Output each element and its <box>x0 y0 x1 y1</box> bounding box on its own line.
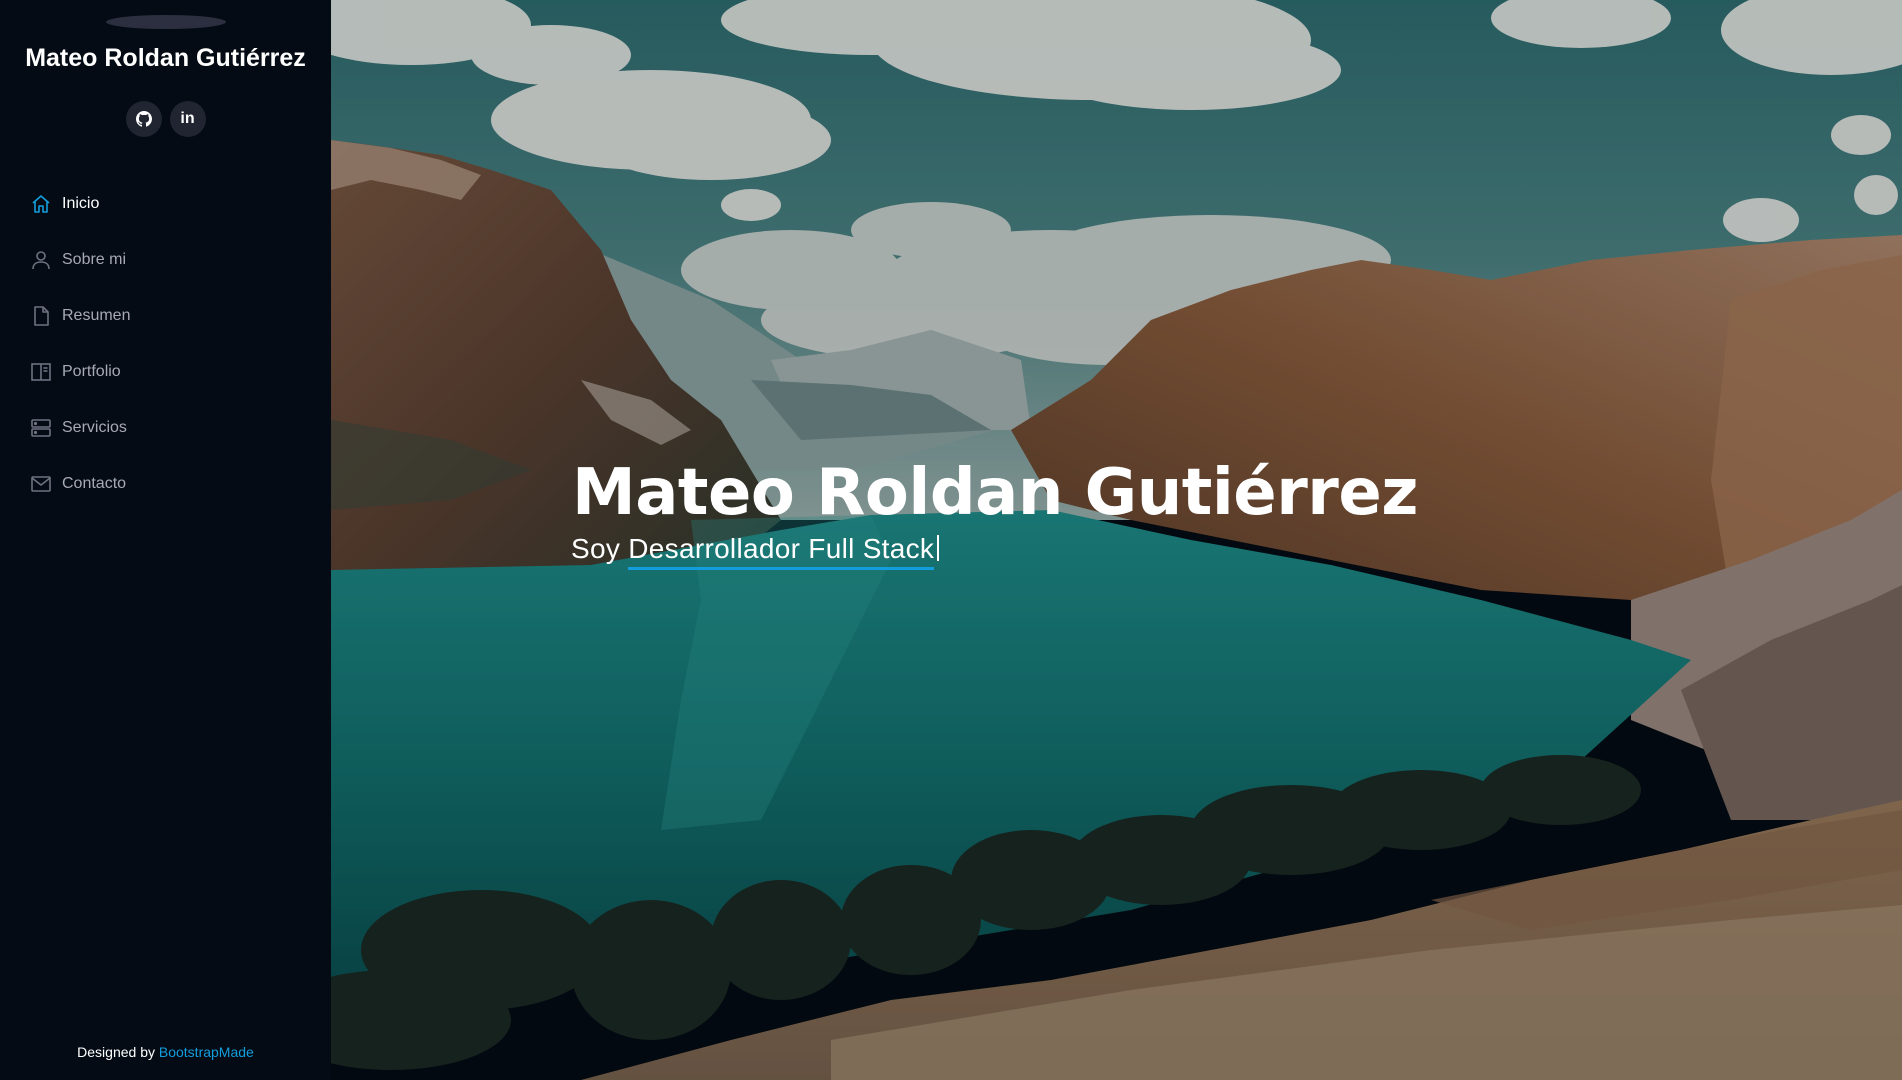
nav-item-portfolio[interactable]: Portfolio <box>30 344 310 400</box>
typing-cursor <box>937 535 940 561</box>
nav-label-contacto: Contacto <box>62 475 127 492</box>
nav-item-resumen[interactable]: Resumen <box>30 288 310 344</box>
avatar <box>106 15 226 29</box>
footer-credit: Designed by BootstrapMade <box>0 1044 331 1060</box>
envelope-icon <box>30 473 52 495</box>
nav-label-sobre-mi: Sobre mi <box>62 251 127 268</box>
hero-section: Mateo Roldan Gutiérrez Soy Desarrollador… <box>331 0 1902 1080</box>
book-icon <box>30 361 52 383</box>
nav-item-inicio[interactable]: Inicio <box>30 176 310 232</box>
nav-label-inicio: Inicio <box>62 195 100 212</box>
file-icon <box>30 305 52 327</box>
linkedin-icon: in <box>180 110 195 127</box>
nav-item-sobre-mi[interactable]: Sobre mi <box>30 232 310 288</box>
server-icon <box>30 417 52 439</box>
profile-name[interactable]: Mateo Roldan Gutiérrez <box>0 44 331 73</box>
nav-item-servicios[interactable]: Servicios <box>30 400 310 456</box>
nav-item-contacto[interactable]: Contacto <box>30 456 310 512</box>
github-link[interactable] <box>125 101 162 137</box>
hero-subtitle-prefix: Soy <box>571 533 621 564</box>
credit-prefix: Designed by <box>77 1044 155 1060</box>
nav-label-resumen: Resumen <box>62 307 131 324</box>
sidebar: Mateo Roldan Gutiérrez in Inicio Sobre m… <box>0 0 331 1080</box>
nav-label-servicios: Servicios <box>62 419 127 436</box>
bootstrapmade-link[interactable]: BootstrapMade <box>159 1044 254 1060</box>
home-icon <box>30 193 52 215</box>
nav-label-portfolio: Portfolio <box>62 363 121 380</box>
page: Mateo Roldan Gutiérrez in Inicio Sobre m… <box>0 0 1902 1080</box>
hero-background-image <box>331 0 1902 1080</box>
linkedin-link[interactable]: in <box>169 101 206 137</box>
hero-subtitle-role: Desarrollador Full Stack <box>628 533 935 570</box>
social-links: in <box>0 101 331 137</box>
hero-title: Mateo Roldan Gutiérrez <box>572 456 1418 530</box>
hero-subtitle: Soy Desarrollador Full Stack <box>571 533 940 570</box>
person-icon <box>30 249 52 271</box>
github-icon <box>135 111 152 127</box>
nav-menu: Inicio Sobre mi Resumen Portfolio Servic… <box>30 176 310 512</box>
